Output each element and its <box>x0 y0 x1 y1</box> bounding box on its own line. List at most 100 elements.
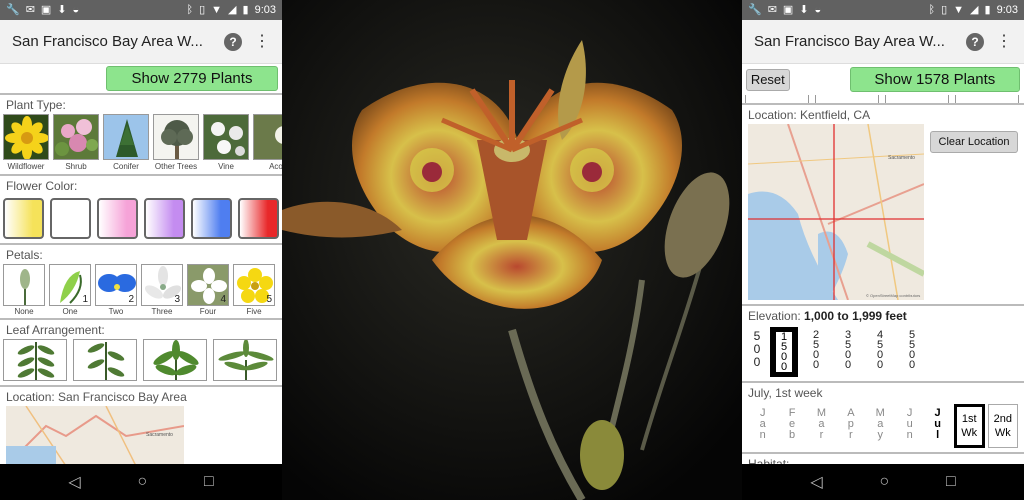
download-icon: ⬇ <box>57 3 67 16</box>
home-icon[interactable]: ○ <box>879 473 889 491</box>
month-option[interactable]: Jan <box>748 404 777 441</box>
plant-type-aquatic[interactable]: Aco <box>253 114 282 171</box>
wifi-icon: ▼ <box>211 3 223 16</box>
petals-label: Petals: <box>6 248 43 262</box>
month-option[interactable]: Feb <box>777 404 806 441</box>
elevation-option[interactable]: 500 <box>748 327 766 377</box>
week-option[interactable]: 1st Wk <box>953 404 985 448</box>
elevation-selector: 50015002500350045005500 <box>742 325 1024 379</box>
week-option[interactable]: 2nd Wk <box>987 404 1018 448</box>
color-swatch-white[interactable] <box>50 198 91 239</box>
color-swatch-blue[interactable] <box>191 198 232 239</box>
plant-type-other-trees[interactable]: Other Trees <box>153 114 199 171</box>
map-credit: © OpenStreetMap contributors <box>866 293 920 298</box>
flower-illustration <box>282 0 742 500</box>
aquatic-image <box>253 114 282 160</box>
color-swatch-yellow[interactable] <box>3 198 44 239</box>
month-option[interactable]: Jun <box>895 404 924 441</box>
leaf-option-opposite[interactable] <box>3 339 67 381</box>
elevation-digit: 0 <box>844 359 852 371</box>
petal-option-three[interactable]: 3 Three <box>141 264 183 316</box>
bluetooth-icon: ᛒ <box>186 3 194 16</box>
petal-three-image: 3 <box>141 264 183 306</box>
petals-list: None 1 One 2 Two 3 Three 4 Four 5 Five <box>0 264 282 316</box>
stage: 🔧 ✉ ▣ ⬇ ◒ ᛒ ▯ ▼ ◢ ▮ 9:03 San Francisco B… <box>0 0 1024 500</box>
leaf-arrangement-label: Leaf Arrangement: <box>6 323 105 337</box>
location-map[interactable]: Sacramento © OpenStreetMap contributors <box>748 124 924 300</box>
color-swatch-red[interactable] <box>238 198 279 239</box>
month-letter: b <box>789 429 796 441</box>
week-label: Wk <box>994 427 1011 439</box>
map-city-label: Sacramento <box>888 155 915 161</box>
home-icon[interactable]: ○ <box>137 473 147 491</box>
month-letter: r <box>849 429 853 441</box>
color-swatch-purple[interactable] <box>144 198 185 239</box>
month-option[interactable]: Jul <box>924 404 951 441</box>
plant-type-vine[interactable]: Vine <box>203 114 249 171</box>
reset-button[interactable]: Reset <box>746 68 790 91</box>
show-plants-button[interactable]: Show 2779 Plants <box>106 66 278 91</box>
conifer-image <box>103 114 149 160</box>
plant-type-caption: Vine <box>218 162 234 171</box>
petal-option-five[interactable]: 5 Five <box>233 264 275 316</box>
elevation-digit: 0 <box>876 359 884 371</box>
download-icon: ⬇ <box>799 3 809 16</box>
month-letter: y <box>877 429 884 441</box>
elevation-option[interactable]: 1500 <box>770 327 798 377</box>
elevation-option[interactable]: 4500 <box>866 327 894 377</box>
month-option[interactable]: May <box>866 404 895 441</box>
bluetooth-icon: ᛒ <box>928 3 936 16</box>
show-plants-button[interactable]: Show 1578 Plants <box>849 67 1020 92</box>
leaf-thumb[interactable] <box>885 95 949 103</box>
plant-type-conifer[interactable]: Conifer <box>103 114 149 171</box>
vibrate-icon: ▯ <box>941 3 948 16</box>
petal-option-four[interactable]: 4 Four <box>187 264 229 316</box>
shrub-image <box>53 114 99 160</box>
elevation-label: Elevation: 1,000 to 1,999 feet <box>748 309 907 323</box>
week-label: 1st <box>961 413 977 425</box>
month-letter: l <box>936 429 940 441</box>
wrench-icon: 🔧 <box>6 3 20 16</box>
leaf-option-alternate[interactable] <box>73 339 137 381</box>
recent-apps-icon[interactable]: □ <box>946 473 956 491</box>
flower-color-label: Flower Color: <box>6 179 78 193</box>
petal-caption: Three <box>151 307 173 316</box>
elevation-value: 1,000 to 1,999 feet <box>804 309 907 323</box>
elevation-option[interactable]: 2500 <box>802 327 830 377</box>
elevation-digit: 0 <box>776 362 792 373</box>
elevation-option[interactable]: 5500 <box>898 327 926 377</box>
help-button[interactable]: ? <box>966 32 984 51</box>
color-swatch-pink[interactable] <box>97 198 138 239</box>
overflow-menu-button[interactable]: ⋮ <box>252 33 272 50</box>
help-button[interactable]: ? <box>224 32 242 51</box>
back-icon[interactable]: ◁ <box>68 472 80 492</box>
season-label: July, 1st week <box>748 386 823 400</box>
back-icon[interactable]: ◁ <box>810 472 822 492</box>
plant-type-wildflower[interactable]: Wildflower <box>3 114 49 171</box>
battery-icon: ▮ <box>984 3 991 16</box>
location-map[interactable]: Sacramento <box>6 406 184 466</box>
month-option[interactable]: Apr <box>836 404 865 441</box>
leaf-thumb[interactable] <box>815 95 879 103</box>
leaf-option-whorled[interactable] <box>143 339 207 381</box>
clear-location-button[interactable]: Clear Location <box>930 131 1018 153</box>
petal-option-one[interactable]: 1 One <box>49 264 91 316</box>
leaf-thumb[interactable] <box>745 95 809 103</box>
leaf-option-basal[interactable] <box>213 339 277 381</box>
other-trees-image <box>153 114 199 160</box>
elevation-digit: 0 <box>812 359 820 371</box>
elevation-digit: 0 <box>908 359 916 371</box>
recent-apps-icon[interactable]: □ <box>204 473 214 491</box>
petal-option-none[interactable]: None <box>3 264 45 316</box>
month-option[interactable]: Mar <box>807 404 836 441</box>
leaf-thumb[interactable] <box>955 95 1019 103</box>
location-label: Location: Kentfield, CA <box>748 108 871 122</box>
plant-type-shrub[interactable]: Shrub <box>53 114 99 171</box>
plant-type-label: Plant Type: <box>6 98 66 112</box>
petal-caption: One <box>62 307 78 316</box>
overflow-menu-button[interactable]: ⋮ <box>994 33 1014 50</box>
week-label: Wk <box>961 427 978 439</box>
elevation-option[interactable]: 3500 <box>834 327 862 377</box>
petal-option-two[interactable]: 2 Two <box>95 264 137 316</box>
plant-type-caption: Conifer <box>113 162 139 171</box>
